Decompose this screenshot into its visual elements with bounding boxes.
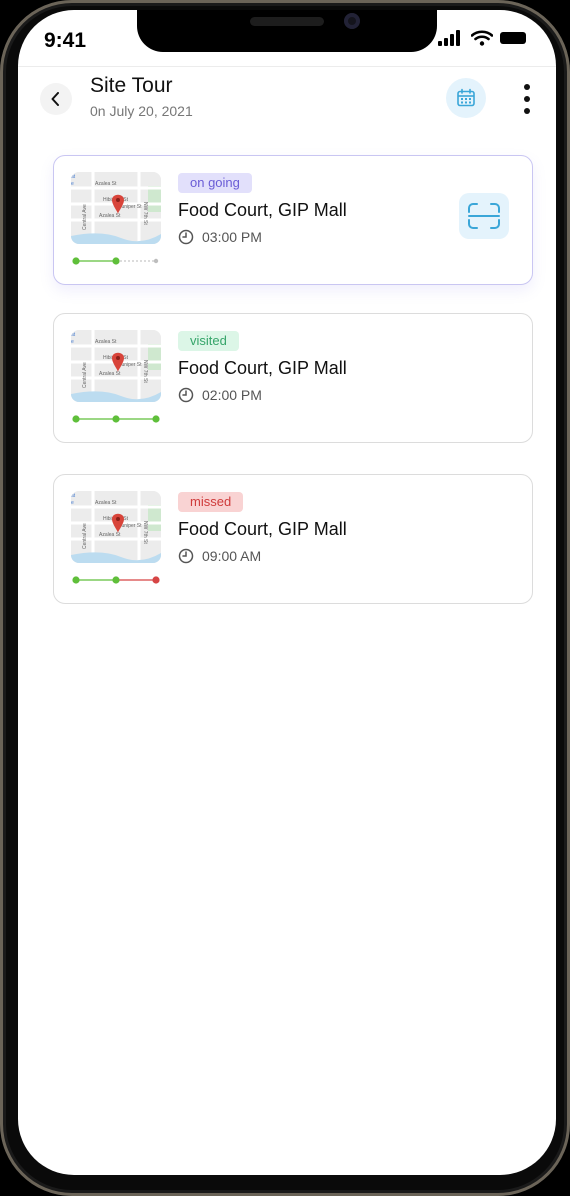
visit-title: Food Court, GIP Mall (178, 200, 347, 220)
speaker (250, 17, 324, 26)
camera (344, 13, 360, 29)
svg-text:Azalea St: Azalea St (99, 213, 121, 219)
status-icons (438, 30, 528, 46)
visit-card[interactable]: ateAzalea StHibiscus StJuniper StAzalea … (53, 474, 533, 604)
progress-step (112, 257, 120, 265)
clock-icon (178, 387, 194, 403)
more-button[interactable] (518, 84, 536, 114)
map-thumbnail: ateAzalea StHibiscus StJuniper StAzalea … (71, 491, 161, 563)
svg-text:at: at (71, 174, 76, 180)
svg-text:Central Ave: Central Ave (82, 523, 88, 549)
svg-text:NW 7th St: NW 7th St (142, 521, 148, 544)
clock-icon (178, 548, 194, 564)
map-thumbnail: ateAzalea StHibiscus StJuniper StAzalea … (71, 172, 161, 244)
svg-text:Central Ave: Central Ave (82, 362, 88, 388)
progress-step (112, 415, 120, 423)
svg-text:e: e (71, 339, 74, 345)
scan-icon (468, 203, 500, 229)
visit-card[interactable]: ateAzalea StHibiscus StJuniper StAzalea … (53, 313, 533, 443)
visit-progress (72, 257, 159, 265)
visit-title: Food Court, GIP Mall (178, 519, 347, 539)
map-image: ateAzalea StHibiscus StJuniper StAzalea … (71, 172, 161, 244)
signal-icon (438, 30, 460, 46)
svg-text:Central Ave: Central Ave (82, 204, 88, 230)
svg-text:e: e (71, 181, 74, 187)
more-dot (524, 84, 530, 90)
page-subtitle: 0n July 20, 2021 (90, 103, 193, 119)
status-badge: missed (178, 492, 244, 512)
visit-time: 02:00 PM (202, 387, 262, 403)
back-button[interactable] (40, 83, 72, 115)
progress-step (112, 576, 120, 584)
progress-step (152, 576, 160, 584)
visit-progress (72, 576, 160, 584)
battery-icon (500, 32, 526, 44)
progress-step (72, 576, 80, 584)
visit-time: 03:00 PM (202, 229, 262, 245)
visit-time-row: 02:00 PM (178, 387, 262, 403)
page-title: Site Tour (90, 74, 173, 97)
more-dot (524, 96, 530, 102)
svg-text:e: e (71, 500, 74, 506)
svg-text:Azalea St: Azalea St (99, 371, 121, 377)
progress-step (72, 257, 80, 265)
status-time: 9:41 (44, 29, 87, 52)
status-badge: visited (178, 331, 239, 351)
notch (137, 10, 437, 52)
visit-time-row: 03:00 PM (178, 229, 262, 245)
svg-text:at: at (71, 493, 76, 499)
map-image: ateAzalea StHibiscus StJuniper StAzalea … (71, 330, 161, 402)
progress-step (153, 258, 159, 264)
visit-time-row: 09:00 AM (178, 548, 261, 564)
visit-card[interactable]: ateAzalea StHibiscus StJuniper StAzalea … (53, 155, 533, 285)
wifi-icon (471, 30, 493, 46)
more-dot (524, 108, 530, 114)
svg-text:Azalea St: Azalea St (99, 532, 121, 538)
svg-text:NW 7th St: NW 7th St (142, 202, 148, 225)
progress-step (72, 415, 80, 423)
visit-time: 09:00 AM (202, 548, 262, 564)
chevron-left-icon (51, 92, 59, 106)
visit-progress (72, 415, 160, 423)
svg-text:Azalea St: Azalea St (95, 339, 117, 345)
clock-icon (178, 229, 194, 245)
header-divider (18, 66, 556, 67)
svg-text:Azalea St: Azalea St (95, 500, 117, 506)
scan-button[interactable] (459, 193, 509, 239)
map-image: ateAzalea StHibiscus StJuniper StAzalea … (71, 491, 161, 563)
progress-step (152, 415, 160, 423)
map-thumbnail: ateAzalea StHibiscus StJuniper StAzalea … (71, 330, 161, 402)
svg-text:Azalea St: Azalea St (95, 181, 117, 187)
status-badge: on going (178, 173, 252, 193)
svg-text:at: at (71, 332, 76, 338)
calendar-icon (457, 88, 475, 107)
calendar-button[interactable] (446, 78, 486, 118)
visit-title: Food Court, GIP Mall (178, 358, 347, 378)
svg-text:NW 7th St: NW 7th St (142, 360, 148, 383)
